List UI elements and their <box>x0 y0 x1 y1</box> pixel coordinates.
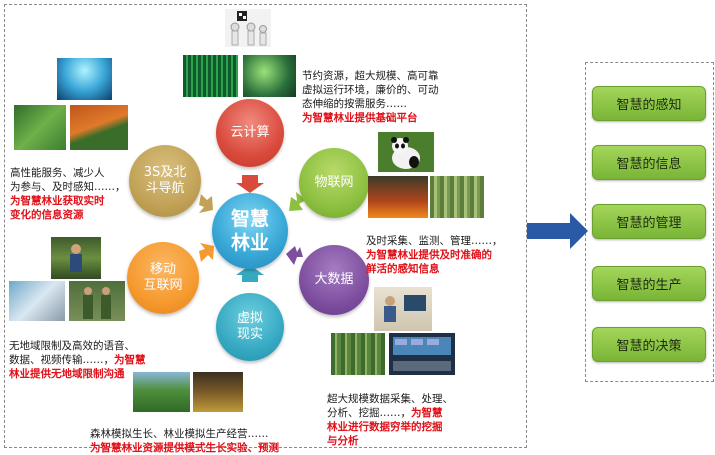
forest-map-image <box>70 105 128 150</box>
arrow-topleft <box>199 194 213 213</box>
rangers-image <box>69 281 125 321</box>
outcome-perception: 智慧的感知 <box>592 86 706 121</box>
node-3s-beidou: 3S及北 斗导航 <box>129 145 201 217</box>
node-virtual-reality: 虚拟 现实 <box>216 293 284 361</box>
outcome-decision: 智慧的决策 <box>592 327 706 362</box>
figures-image <box>225 9 271 47</box>
gnss-description: 高性能服务、减少人 为参与、及时感知……， 为智慧林业获取实时 变化的信息资源 <box>10 167 126 221</box>
iot-description: 及时采集、监测、管理……， 为智慧林业提供及时准确的 鲜活的感知信息 <box>366 235 503 275</box>
outcome-information: 智慧的信息 <box>592 145 706 180</box>
node-cloud-computing: 云计算 <box>216 99 284 167</box>
terrain-image <box>14 105 66 150</box>
mobile-description: 无地域限制及高效的语音、 数据、视频传输……，为智慧 林业提供无地域限制沟通 <box>9 340 146 380</box>
bigdata-description: 超大规模数据采集、处理、 分析、挖掘……，为智慧 林业进行数据穷举的挖掘 与分析 <box>327 393 453 447</box>
forest-stand-image <box>331 333 385 375</box>
forest-fire-image <box>368 176 428 218</box>
arrow-top <box>236 175 264 193</box>
virtual-description: 森林模拟生长、林业模拟生产经营…… 为智慧林业资源提供模式生长实验、预测 <box>90 428 279 454</box>
control-room-image <box>389 333 455 375</box>
cloud-description: 节约资源，超大规模、高可靠 虚拟运行环境，廉价的、可动 态伸缩的按需服务…… 为智… <box>302 70 439 124</box>
arrow-left <box>199 243 214 262</box>
operator-image <box>374 287 432 331</box>
harvest-simulation-image <box>193 372 243 412</box>
outcome-production: 智慧的生产 <box>592 266 706 301</box>
node-big-data: 大数据 <box>299 245 369 315</box>
panda-image <box>378 132 434 172</box>
monitor-screen-image <box>9 281 65 321</box>
tree-trunks-image <box>430 176 484 218</box>
green-data-image <box>183 55 238 97</box>
flow-arrow <box>527 213 588 249</box>
node-iot: 物联网 <box>299 148 369 218</box>
smart-forestry-hub: 智慧 林业 <box>212 193 288 269</box>
arrow-right <box>286 246 303 265</box>
outcome-management: 智慧的管理 <box>592 204 706 239</box>
field-worker-image <box>51 237 101 279</box>
node-mobile-internet: 移动 互联网 <box>127 242 199 314</box>
cloud-network-image <box>243 55 296 97</box>
satellite-image <box>57 58 112 100</box>
